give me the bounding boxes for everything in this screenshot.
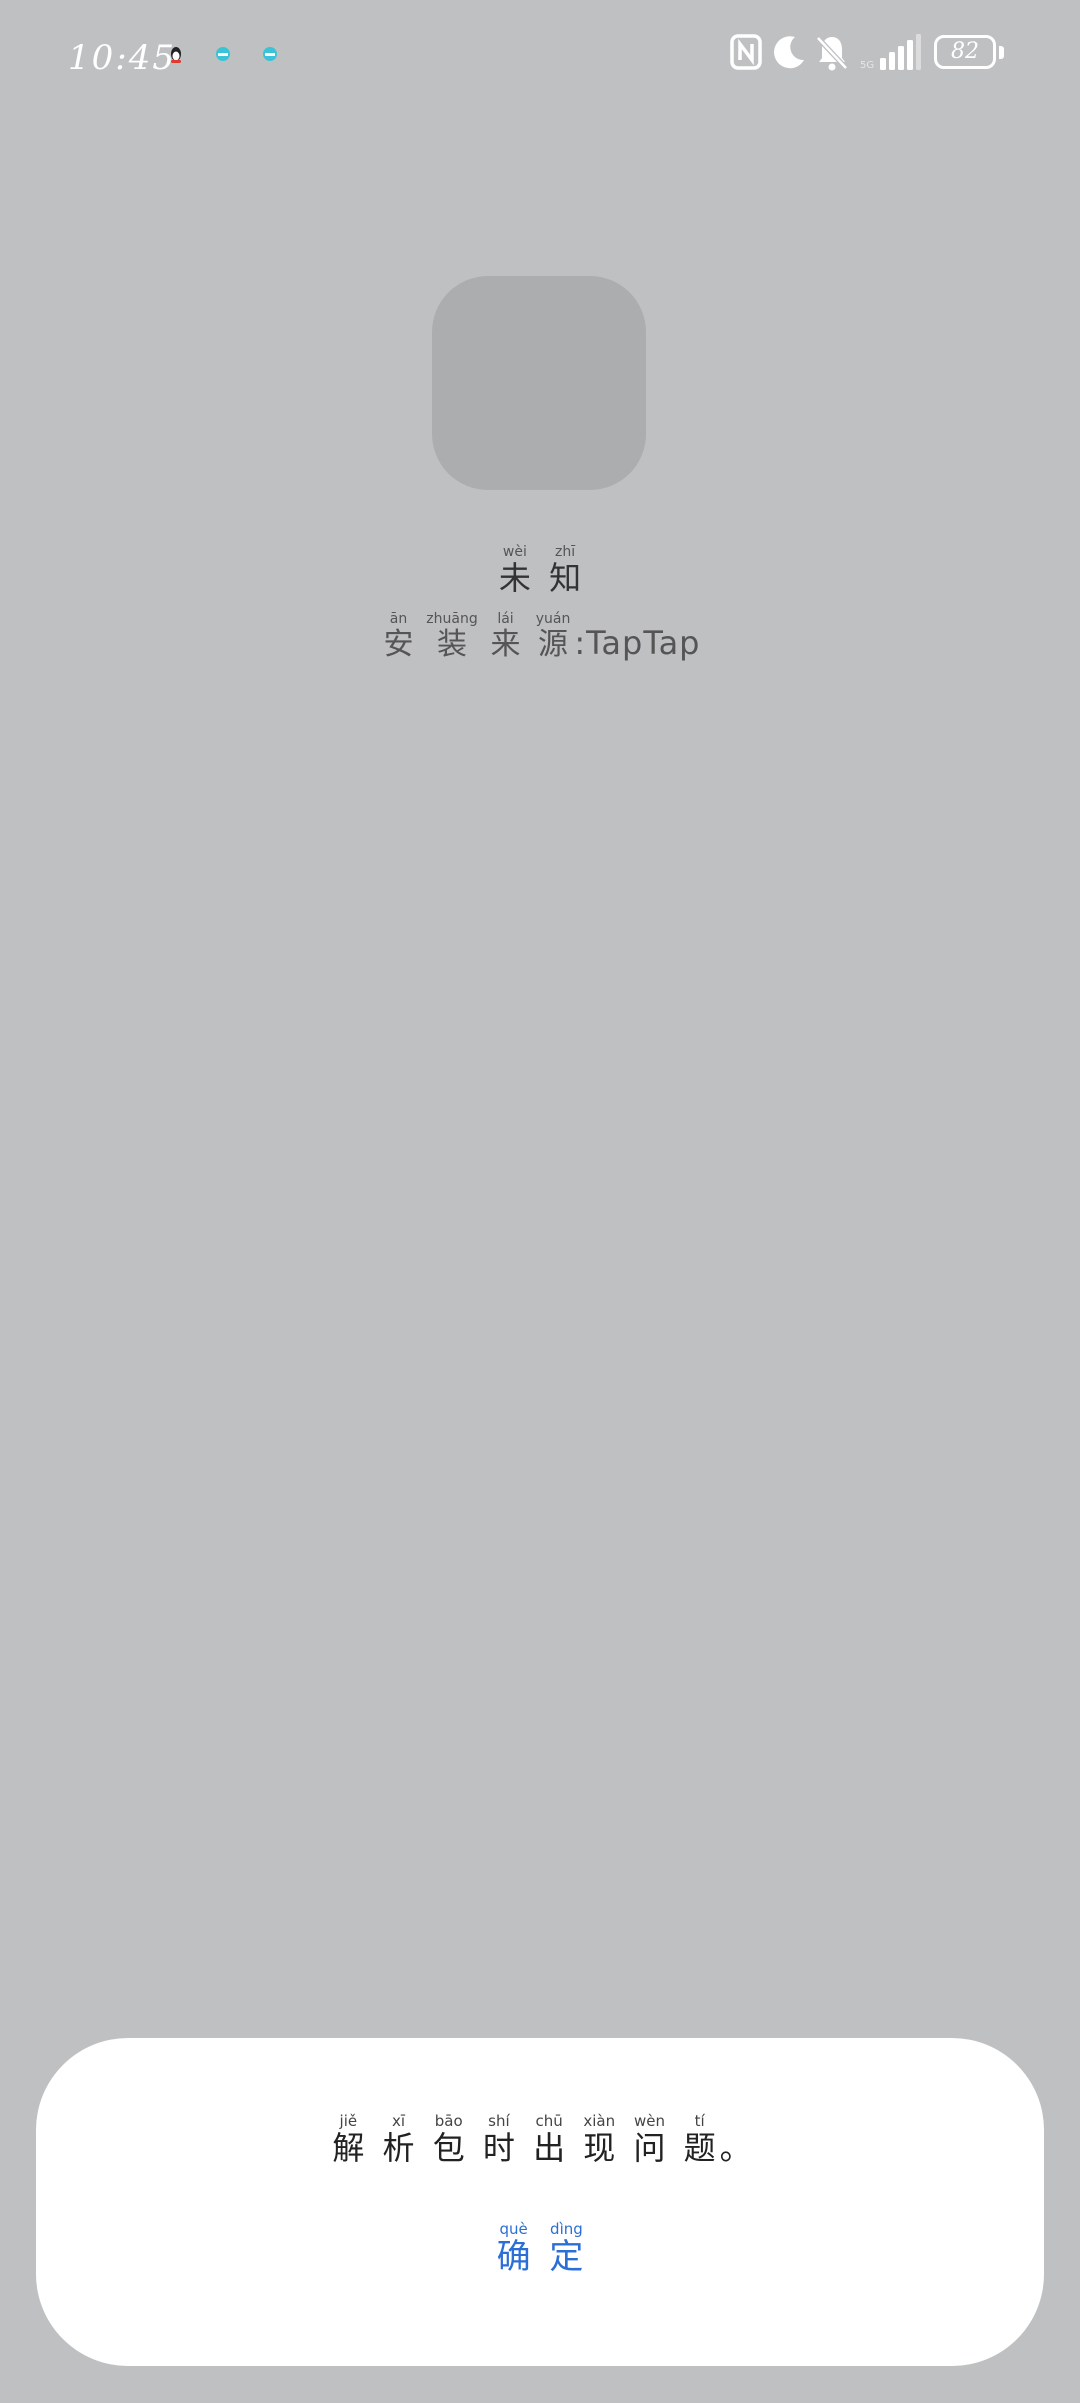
install-source-value: :TapTap	[574, 624, 701, 662]
battery-tip	[999, 46, 1004, 59]
app-name-char: 未wèi	[498, 544, 531, 597]
confirm-char: 定dìng	[549, 2220, 584, 2277]
install-source: 安ān 装zhuāng 来lái 源yuán:TapTap	[0, 611, 1080, 663]
status-bar: 10:45 5G 82	[0, 0, 1080, 110]
error-dialog: 解jiě 析xī 包bāo 时shí 出chū 现xiàn 问wèn 题tí。 …	[36, 2038, 1044, 2366]
message-char: 解jiě	[332, 2112, 365, 2167]
dialog-message: 解jiě 析xī 包bāo 时shí 出chū 现xiàn 问wèn 题tí。	[36, 2112, 1044, 2169]
mute-bell-icon	[815, 34, 849, 76]
message-char: 析xī	[382, 2112, 415, 2167]
confirm-button[interactable]: 确què 定dìng	[440, 2220, 640, 2302]
message-char: 出chū	[533, 2112, 566, 2167]
battery-icon: 82	[934, 35, 996, 69]
message-char: 题tí	[683, 2112, 716, 2167]
battery-level: 82	[951, 39, 979, 64]
status-time: 10:45	[68, 38, 176, 78]
install-source-char: 装zhuāng	[426, 611, 478, 662]
message-char: 问wèn	[633, 2112, 666, 2167]
install-source-char: 安ān	[383, 611, 414, 662]
signal-label: 5G	[860, 60, 874, 71]
cloud-icon	[214, 46, 232, 66]
message-char: 时shí	[482, 2112, 515, 2167]
app-icon-placeholder	[432, 276, 646, 490]
confirm-char: 确què	[496, 2220, 531, 2277]
cloud-icon	[261, 46, 279, 66]
app-name: 未wèi 知zhī	[0, 544, 1080, 599]
moon-icon	[773, 34, 807, 74]
install-source-char: 源yuán	[535, 611, 571, 662]
qq-icon	[168, 46, 184, 68]
signal-icon: 5G	[860, 34, 922, 76]
app-name-char: 知zhī	[549, 544, 582, 597]
message-end: 。	[719, 2129, 752, 2167]
nfc-icon	[730, 34, 762, 74]
install-source-char: 来lái	[490, 611, 521, 662]
message-char: 包bāo	[432, 2112, 465, 2167]
screen: 10:45 5G 82 未wèi 知zhī 安ān 装zhuāng 来lái 源…	[0, 0, 1080, 2403]
message-char: 现xiàn	[583, 2112, 616, 2167]
